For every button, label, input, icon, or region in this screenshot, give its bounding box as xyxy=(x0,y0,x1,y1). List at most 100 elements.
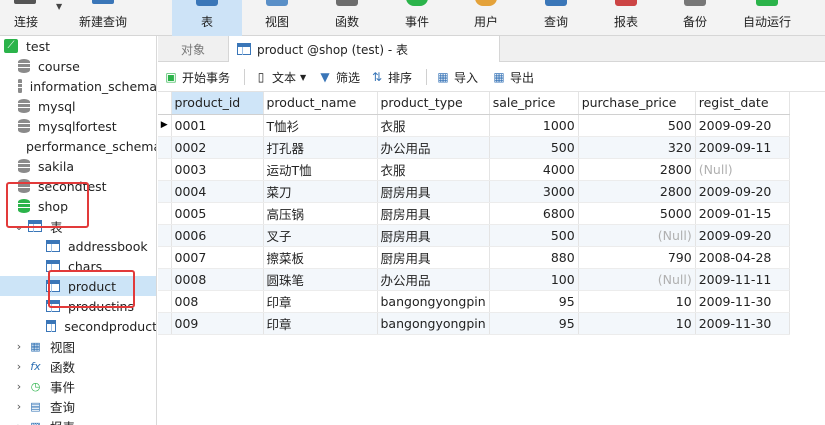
toolbar-table-button[interactable]: 表 xyxy=(172,0,242,36)
toolbar-event-button[interactable]: 事件 xyxy=(382,0,452,36)
grid-cell-product-type[interactable]: bangongyongpin xyxy=(377,290,490,313)
grid-cell-product-name[interactable]: 印章 xyxy=(263,290,378,313)
grid-cell-product-id[interactable]: 0001 xyxy=(171,114,264,137)
tree-connection[interactable]: ⟋ test xyxy=(0,36,156,56)
tree-db-performance-schema[interactable]: performance_schema xyxy=(0,136,156,156)
connect-dropdown-icon[interactable]: ▼ xyxy=(56,2,62,11)
grid-cell-regist-date[interactable]: 2009-01-15 xyxy=(695,202,790,225)
table-row[interactable]: 0004 菜刀 厨房用具 3000 2800 2009-09-20 xyxy=(158,180,790,203)
grid-cell-product-type[interactable]: 厨房用具 xyxy=(377,202,490,225)
tab-product-table[interactable]: product @shop (test) - 表 xyxy=(228,36,500,62)
tree-db-mysql[interactable]: mysql xyxy=(0,96,156,116)
grid-cell-product-type[interactable]: 办公用品 xyxy=(377,136,490,159)
filter-button[interactable]: ▼ 筛选 xyxy=(318,62,360,92)
toolbar-autorun-button[interactable]: 自动运行 xyxy=(730,0,804,36)
sort-button[interactable]: ⇅ 排序 xyxy=(370,62,412,92)
grid-cell-product-name[interactable]: 叉子 xyxy=(263,224,378,247)
column-header-product-type[interactable]: product_type xyxy=(377,92,490,115)
chevron-right-icon[interactable]: › xyxy=(14,400,24,413)
grid-cell-product-type[interactable]: 衣服 xyxy=(377,114,490,137)
grid-cell-product-type[interactable]: 厨房用具 xyxy=(377,180,490,203)
grid-cell-product-id[interactable]: 0004 xyxy=(171,180,264,203)
grid-cell-product-name[interactable]: 高压锅 xyxy=(263,202,378,225)
grid-cell-product-id[interactable]: 0006 xyxy=(171,224,264,247)
table-row[interactable]: 0007 擦菜板 厨房用具 880 790 2008-04-28 xyxy=(158,246,790,269)
grid-cell-regist-date[interactable]: 2008-04-28 xyxy=(695,246,790,269)
grid-cell-product-name[interactable]: T恤衫 xyxy=(263,114,378,137)
tree-table-addressbook[interactable]: addressbook xyxy=(0,236,156,256)
tree-db-mysqlfortest[interactable]: mysqlfortest xyxy=(0,116,156,136)
grid-cell-sale-price[interactable]: 95 xyxy=(489,312,579,335)
grid-cell-product-name[interactable]: 菜刀 xyxy=(263,180,378,203)
tree-db-shop[interactable]: shop xyxy=(0,196,156,216)
toolbar-backup-button[interactable]: 备份 xyxy=(660,0,730,36)
grid-cell-product-name[interactable]: 圆珠笔 xyxy=(263,268,378,291)
grid-cell-product-type[interactable]: 办公用品 xyxy=(377,268,490,291)
export-button[interactable]: ▦ 导出 xyxy=(492,62,534,92)
tree-functions-folder[interactable]: › fx 函数 xyxy=(0,356,156,376)
grid-cell-product-type[interactable]: 厨房用具 xyxy=(377,246,490,269)
text-button[interactable]: ▯ 文本 ▼ xyxy=(254,62,306,92)
connect-button[interactable]: 连接 xyxy=(6,0,46,36)
grid-cell-product-name[interactable]: 擦菜板 xyxy=(263,246,378,269)
grid-cell-regist-date[interactable]: 2009-09-20 xyxy=(695,224,790,247)
grid-cell-sale-price[interactable]: 880 xyxy=(489,246,579,269)
new-query-button[interactable]: 新建查询 xyxy=(72,0,134,36)
grid-cell-purchase-price[interactable]: 2800 xyxy=(578,180,696,203)
chevron-right-icon[interactable]: › xyxy=(14,340,24,353)
chevron-down-icon[interactable]: ⌄ xyxy=(14,220,24,233)
grid-cell-product-type[interactable]: bangongyongpin xyxy=(377,312,490,335)
grid-cell-sale-price[interactable]: 500 xyxy=(489,136,579,159)
tree-reports-folder[interactable]: › ▧ 报表 xyxy=(0,416,156,425)
grid-cell-product-id[interactable]: 0002 xyxy=(171,136,264,159)
table-row[interactable]: 0005 高压锅 厨房用具 6800 5000 2009-01-15 xyxy=(158,202,790,225)
tab-objects[interactable]: 对象 xyxy=(158,36,228,62)
toolbar-view-button[interactable]: 视图 xyxy=(242,0,312,36)
grid-cell-regist-date[interactable]: (Null) xyxy=(695,158,790,181)
grid-cell-purchase-price[interactable]: 5000 xyxy=(578,202,696,225)
tree-db-sakila[interactable]: sakila xyxy=(0,156,156,176)
import-button[interactable]: ▦ 导入 xyxy=(436,62,478,92)
chevron-right-icon[interactable]: › xyxy=(14,360,24,373)
chevron-right-icon[interactable]: › xyxy=(14,380,24,393)
table-row[interactable]: 0003 运动T恤 衣服 4000 2800 (Null) xyxy=(158,158,790,181)
tree-db-secondtest[interactable]: secondtest xyxy=(0,176,156,196)
chevron-right-icon[interactable]: › xyxy=(14,420,24,425)
table-row[interactable]: 0006 叉子 厨房用具 500 (Null) 2009-09-20 xyxy=(158,224,790,247)
grid-cell-purchase-price[interactable]: 500 xyxy=(578,114,696,137)
tree-table-product[interactable]: product xyxy=(0,276,156,296)
grid-cell-sale-price[interactable]: 100 xyxy=(489,268,579,291)
toolbar-query-button[interactable]: 查询 xyxy=(521,0,591,36)
grid-cell-product-name[interactable]: 打孔器 xyxy=(263,136,378,159)
table-row[interactable]: 009 印章 bangongyongpin 95 10 2009-11-30 xyxy=(158,312,790,335)
grid-cell-product-type[interactable]: 厨房用具 xyxy=(377,224,490,247)
grid-cell-product-type[interactable]: 衣服 xyxy=(377,158,490,181)
grid-cell-regist-date[interactable]: 2009-11-11 xyxy=(695,268,790,291)
tree-db-course[interactable]: course xyxy=(0,56,156,76)
grid-cell-regist-date[interactable]: 2009-11-30 xyxy=(695,290,790,313)
grid-cell-product-id[interactable]: 0003 xyxy=(171,158,264,181)
grid-cell-sale-price[interactable]: 6800 xyxy=(489,202,579,225)
column-header-sale-price[interactable]: sale_price xyxy=(489,92,579,115)
column-header-product-id[interactable]: product_id xyxy=(171,92,264,115)
grid-cell-purchase-price[interactable]: 790 xyxy=(578,246,696,269)
tree-table-chars[interactable]: chars xyxy=(0,256,156,276)
tree-table-productins[interactable]: productins xyxy=(0,296,156,316)
grid-cell-purchase-price[interactable]: 10 xyxy=(578,290,696,313)
grid-cell-regist-date[interactable]: 2009-09-20 xyxy=(695,180,790,203)
table-row[interactable]: 0002 打孔器 办公用品 500 320 2009-09-11 xyxy=(158,136,790,159)
grid-cell-purchase-price[interactable]: 2800 xyxy=(578,158,696,181)
tree-table-secondproduct[interactable]: secondproduct xyxy=(0,316,156,336)
grid-cell-regist-date[interactable]: 2009-09-11 xyxy=(695,136,790,159)
grid-cell-sale-price[interactable]: 3000 xyxy=(489,180,579,203)
grid-cell-product-id[interactable]: 009 xyxy=(171,312,264,335)
grid-cell-sale-price[interactable]: 4000 xyxy=(489,158,579,181)
grid-cell-purchase-price[interactable]: 320 xyxy=(578,136,696,159)
toolbar-function-button[interactable]: 函数 xyxy=(312,0,382,36)
tree-views-folder[interactable]: › ▦ 视图 xyxy=(0,336,156,356)
grid-cell-purchase-price[interactable]: (Null) xyxy=(578,224,696,247)
begin-transaction-button[interactable]: ▣ 开始事务 xyxy=(164,62,230,92)
tree-db-information-schema[interactable]: information_schema xyxy=(0,76,156,96)
table-row[interactable]: ▶ 0001 T恤衫 衣服 1000 500 2009-09-20 xyxy=(158,114,790,137)
table-row[interactable]: 0008 圆珠笔 办公用品 100 (Null) 2009-11-11 xyxy=(158,268,790,291)
